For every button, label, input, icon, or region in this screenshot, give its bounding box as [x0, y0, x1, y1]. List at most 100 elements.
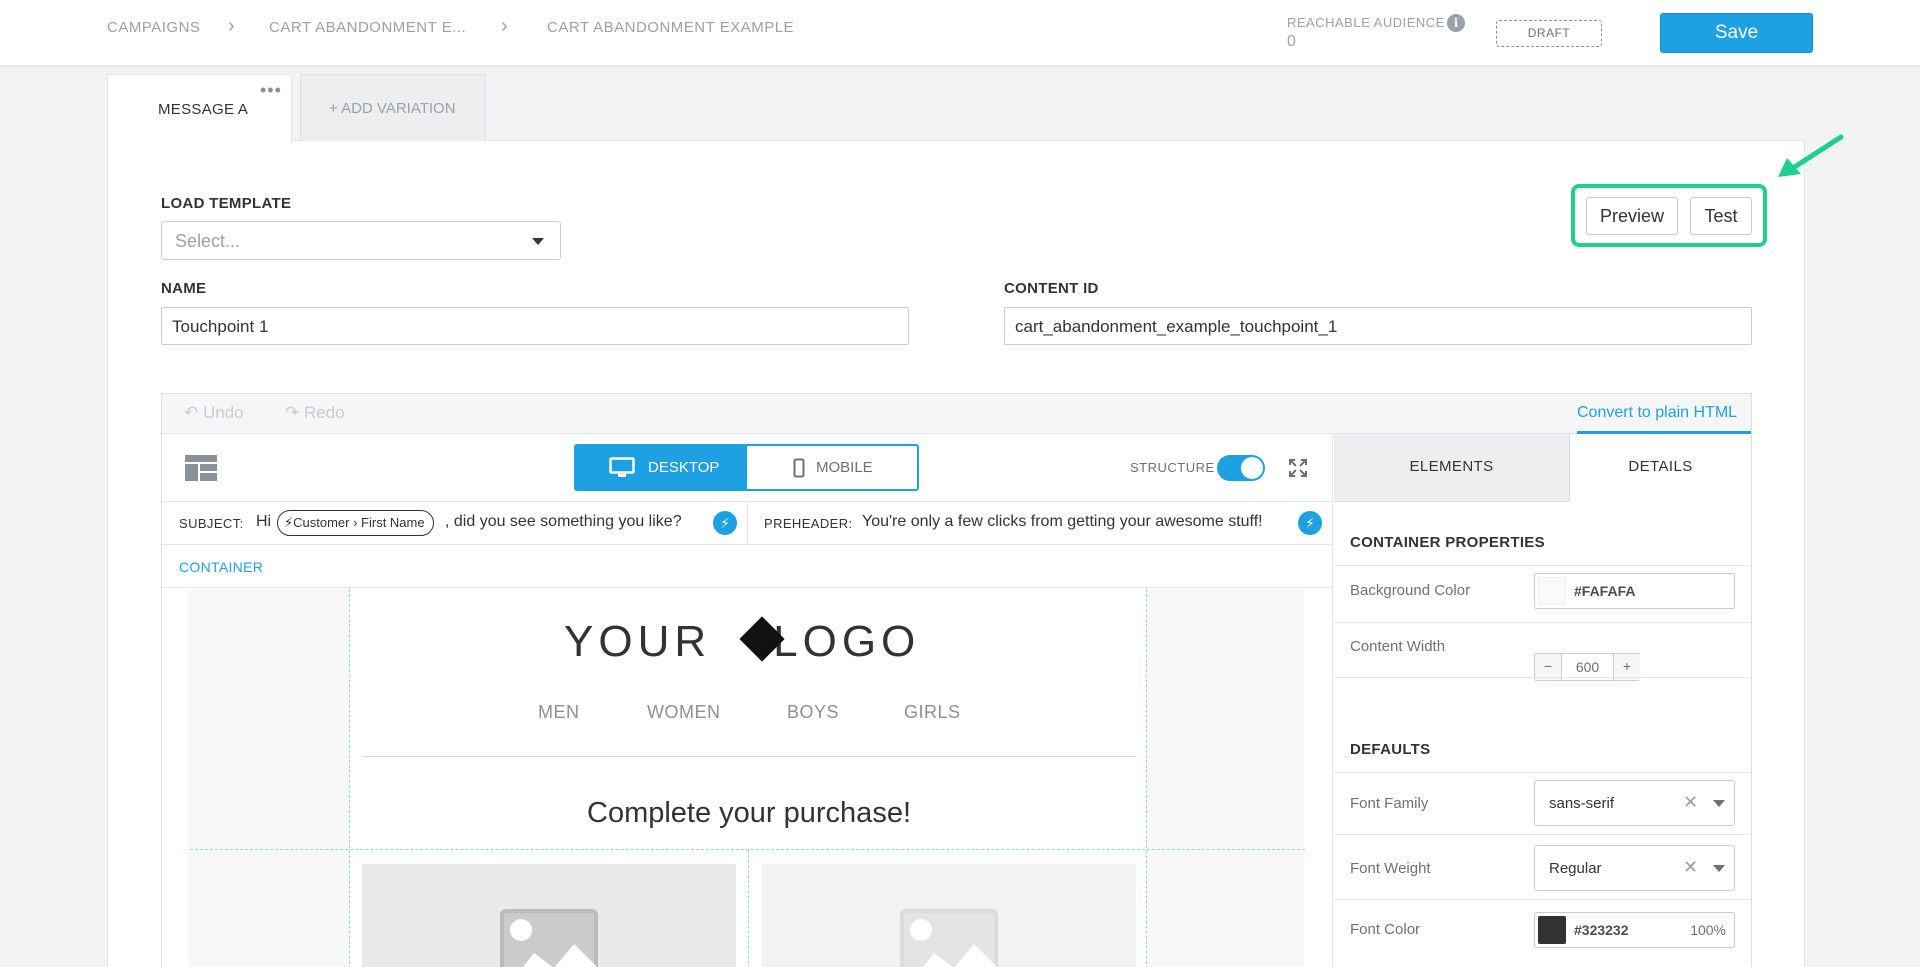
more-options-icon[interactable]: ••• — [260, 80, 282, 101]
breadcrumb-separator-icon: › — [228, 15, 235, 37]
history-bar: ↶ Undo ↷ Redo Convert to plain HTML — [162, 394, 1751, 434]
breadcrumb-current: CART ABANDONMENT EXAMPLE — [547, 19, 795, 36]
editor-toolbar: DESKTOP MOBILE STRUCTURE — [162, 434, 1332, 502]
undo-label: Undo — [202, 403, 244, 422]
breadcrumb: CONTAINER — [162, 545, 1332, 588]
redo-label: Redo — [303, 403, 345, 422]
email-editor: ↶ Undo ↷ Redo Convert to plain HTML DESK… — [161, 393, 1752, 967]
divider — [1334, 899, 1751, 900]
color-swatch[interactable] — [1538, 577, 1566, 605]
divider — [362, 756, 1136, 757]
structure-label: STRUCTURE — [1130, 460, 1215, 475]
name-input[interactable]: Touchpoint 1 — [161, 307, 909, 345]
font-weight-value: Regular — [1549, 860, 1602, 877]
subject-preheader-row: SUBJECT: Hi ⚡Customer › First Name , did… — [162, 502, 1332, 545]
container-crumb[interactable]: CONTAINER — [179, 559, 263, 575]
properties-panel: ELEMENTS DETAILS CONTAINER PROPERTIES Ba… — [1334, 434, 1751, 967]
token-label: Customer › First Name — [293, 515, 425, 530]
status-badge: DRAFT — [1496, 20, 1602, 47]
subject-suffix[interactable]: , did you see something you like? — [445, 513, 682, 531]
mobile-label: MOBILE — [816, 459, 873, 476]
content-id-input[interactable]: cart_abandonment_example_touchpoint_1 — [1004, 307, 1752, 345]
desktop-label: DESKTOP — [648, 459, 720, 476]
background-color-label: Background Color — [1350, 582, 1471, 599]
preview-button[interactable]: Preview — [1586, 197, 1678, 235]
font-color-label: Font Color — [1350, 921, 1421, 938]
email-headline[interactable]: Complete your purchase! — [350, 797, 1148, 830]
layout-icon[interactable] — [185, 455, 217, 481]
panel-tabs: ELEMENTS DETAILS — [1334, 434, 1751, 502]
tab-message-a-label: MESSAGE A — [158, 101, 249, 118]
desktop-icon — [609, 457, 635, 477]
pointer-arrow-icon — [1778, 134, 1844, 177]
preheader-text[interactable]: You're only a few clicks from getting yo… — [862, 513, 1263, 531]
tab-details[interactable]: DETAILS — [1570, 434, 1751, 502]
defaults-heading: DEFAULTS — [1350, 741, 1431, 758]
font-color-field[interactable]: #323232 100% — [1534, 912, 1735, 948]
structure-toggle[interactable] — [1217, 455, 1265, 481]
content-width-label: Content Width — [1350, 638, 1446, 655]
color-swatch[interactable] — [1538, 916, 1566, 944]
fullscreen-icon[interactable] — [1289, 459, 1307, 477]
mobile-icon — [793, 458, 805, 478]
font-family-label: Font Family — [1350, 795, 1429, 812]
nav-women[interactable]: WOMEN — [647, 702, 721, 723]
info-icon[interactable]: i — [1447, 14, 1465, 32]
test-button[interactable]: Test — [1690, 197, 1752, 235]
email-preview[interactable]: YOUR LOGO MEN WOMEN BOYS GIRLS Complete y… — [190, 589, 1305, 967]
subject-prefix[interactable]: Hi — [256, 513, 271, 531]
mobile-mode-button[interactable]: MOBILE — [747, 446, 917, 489]
add-variation-tab[interactable]: + ADD VARIATION — [300, 74, 486, 141]
nav-boys[interactable]: BOYS — [787, 702, 839, 723]
caret-down-icon — [1713, 800, 1725, 807]
clear-icon[interactable]: ✕ — [1683, 857, 1698, 878]
font-weight-select[interactable]: Regular ✕ — [1534, 845, 1735, 891]
undo-button[interactable]: ↶ Undo — [184, 403, 244, 423]
load-template-label: LOAD TEMPLATE — [161, 195, 292, 212]
column-boundary — [748, 850, 749, 967]
image-placeholder[interactable] — [362, 864, 736, 967]
personalization-token[interactable]: ⚡Customer › First Name — [277, 510, 434, 536]
preheader-label: PREHEADER: — [764, 516, 853, 531]
logo-left: YOUR — [564, 617, 712, 666]
add-variation-label: + ADD VARIATION — [329, 100, 456, 117]
caret-down-icon — [1713, 865, 1725, 872]
font-color-value: #323232 — [1574, 922, 1629, 938]
clear-icon[interactable]: ✕ — [1683, 792, 1698, 813]
container-properties-heading: CONTAINER PROPERTIES — [1350, 534, 1545, 551]
redo-button[interactable]: ↷ Redo — [285, 403, 345, 423]
device-mode-toggle: DESKTOP MOBILE — [574, 444, 919, 491]
save-button[interactable]: Save — [1660, 13, 1813, 53]
load-template-select[interactable]: Select... — [161, 221, 561, 260]
divider — [1334, 834, 1751, 835]
divider — [1334, 677, 1751, 678]
breadcrumb-campaigns[interactable]: CAMPAIGNS — [107, 19, 200, 36]
subject-personalize-icon[interactable]: ⚡ — [713, 511, 737, 535]
name-label: NAME — [161, 280, 207, 297]
image-icon — [900, 909, 998, 967]
font-family-select[interactable]: sans-serif ✕ — [1534, 780, 1735, 826]
breadcrumb-campaign[interactable]: CART ABANDONMENT E... — [269, 19, 466, 36]
editor-canvas-area: DESKTOP MOBILE STRUCTURE SUBJECT: Hi ⚡Cu… — [162, 434, 1333, 967]
convert-to-html-link[interactable]: Convert to plain HTML — [1577, 404, 1737, 422]
preheader-personalize-icon[interactable]: ⚡ — [1298, 511, 1322, 535]
breadcrumb-separator-icon: › — [501, 15, 508, 37]
divider — [1334, 772, 1751, 773]
nav-men[interactable]: MEN — [538, 702, 580, 723]
font-weight-label: Font Weight — [1350, 860, 1431, 877]
tab-elements[interactable]: ELEMENTS — [1334, 434, 1570, 502]
divider — [747, 502, 748, 545]
image-placeholder[interactable] — [762, 864, 1136, 967]
font-color-opacity: 100% — [1690, 922, 1726, 938]
email-canvas: YOUR LOGO MEN WOMEN BOYS GIRLS Complete y… — [189, 589, 1305, 967]
content-id-label: CONTENT ID — [1004, 280, 1099, 297]
font-family-value: sans-serif — [1549, 795, 1615, 812]
desktop-mode-button[interactable]: DESKTOP — [576, 446, 747, 489]
background-color-field[interactable]: #FAFAFA — [1534, 573, 1735, 609]
top-header: CAMPAIGNS › CART ABANDONMENT E... › CART… — [0, 0, 1920, 66]
nav-girls[interactable]: GIRLS — [904, 702, 961, 723]
tab-message-a[interactable]: MESSAGE A ••• — [107, 74, 292, 142]
reachable-audience-value: 0 — [1287, 33, 1296, 50]
toggle-knob — [1241, 457, 1263, 479]
subject-label: SUBJECT: — [179, 516, 244, 531]
